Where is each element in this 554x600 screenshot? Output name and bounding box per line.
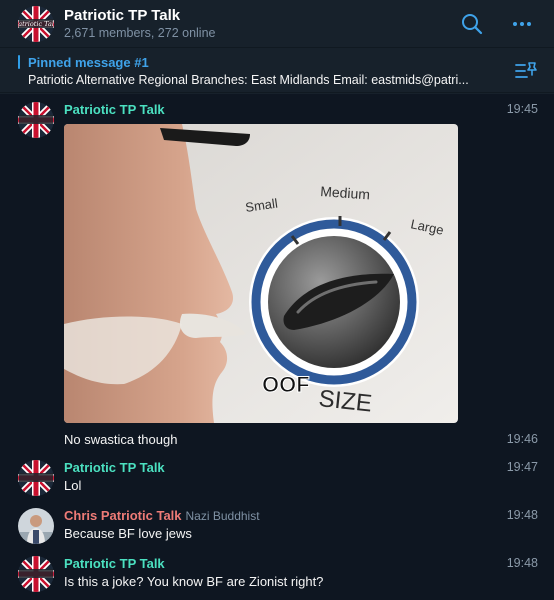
sender-role-badge: Nazi Buddhist [185, 509, 260, 523]
dial-label-size: SIZE [317, 385, 373, 417]
sender-avatar[interactable] [18, 556, 54, 592]
message-item: No swastica though 19:46 [0, 428, 554, 456]
pinned-text: Patriotic Alternative Regional Branches:… [28, 73, 469, 87]
pinned-message-bar[interactable]: Pinned message #1 Patriotic Alternative … [0, 49, 554, 93]
message-text: Lol [64, 478, 82, 493]
message-time: 19:47 [506, 460, 538, 474]
pinned-indicator [18, 55, 20, 69]
more-icon[interactable] [510, 12, 534, 36]
dial-label-oof: OOF [262, 372, 310, 397]
pinned-title: Pinned message #1 [28, 55, 149, 70]
sender-name-text: Chris Patriotic Talk [64, 508, 182, 523]
message-text: Is this a joke? You know BF are Zionist … [64, 574, 324, 589]
sender-avatar[interactable] [18, 508, 54, 544]
message-feed[interactable]: Patriotic TP Talk 19:45 Small Medium Lar… [0, 94, 554, 600]
chat-header: Patriotic Talk Patriotic TP Talk 2,671 m… [0, 0, 554, 48]
message-time: 19:45 [506, 102, 538, 116]
message-item: Patriotic TP Talk 19:45 Small Medium Lar… [0, 98, 554, 428]
message-item: Chris Patriotic Talk Nazi Buddhist 19:48 … [0, 504, 554, 552]
channel-avatar[interactable]: Patriotic Talk [18, 6, 54, 42]
sender-name[interactable]: Patriotic TP Talk [64, 102, 165, 117]
message-time: 19:46 [506, 432, 538, 446]
message-item: Patriotic TP Talk 19:47 Lol [0, 456, 554, 504]
message-item: Patriotic TP Talk 19:48 Is this a joke? … [0, 552, 554, 600]
message-time: 19:48 [506, 508, 538, 522]
chat-subtitle: 2,671 members, 272 online [64, 26, 216, 40]
sender-name[interactable]: Chris Patriotic Talk Nazi Buddhist [64, 508, 260, 523]
message-text: Because BF love jews [64, 526, 192, 541]
sender-avatar[interactable] [18, 460, 54, 496]
avatar-logo-text: Patriotic Talk [18, 20, 54, 28]
sender-name[interactable]: Patriotic TP Talk [64, 460, 165, 475]
message-text: No swastica though [64, 432, 178, 447]
chat-title[interactable]: Patriotic TP Talk [64, 7, 180, 24]
message-photo[interactable]: Small Medium Large OOF SIZE [64, 124, 458, 423]
sender-avatar[interactable] [18, 102, 54, 138]
sender-name[interactable]: Patriotic TP Talk [64, 556, 165, 571]
search-icon[interactable] [460, 12, 484, 36]
pinned-list-icon[interactable] [514, 59, 538, 83]
message-time: 19:48 [506, 556, 538, 570]
